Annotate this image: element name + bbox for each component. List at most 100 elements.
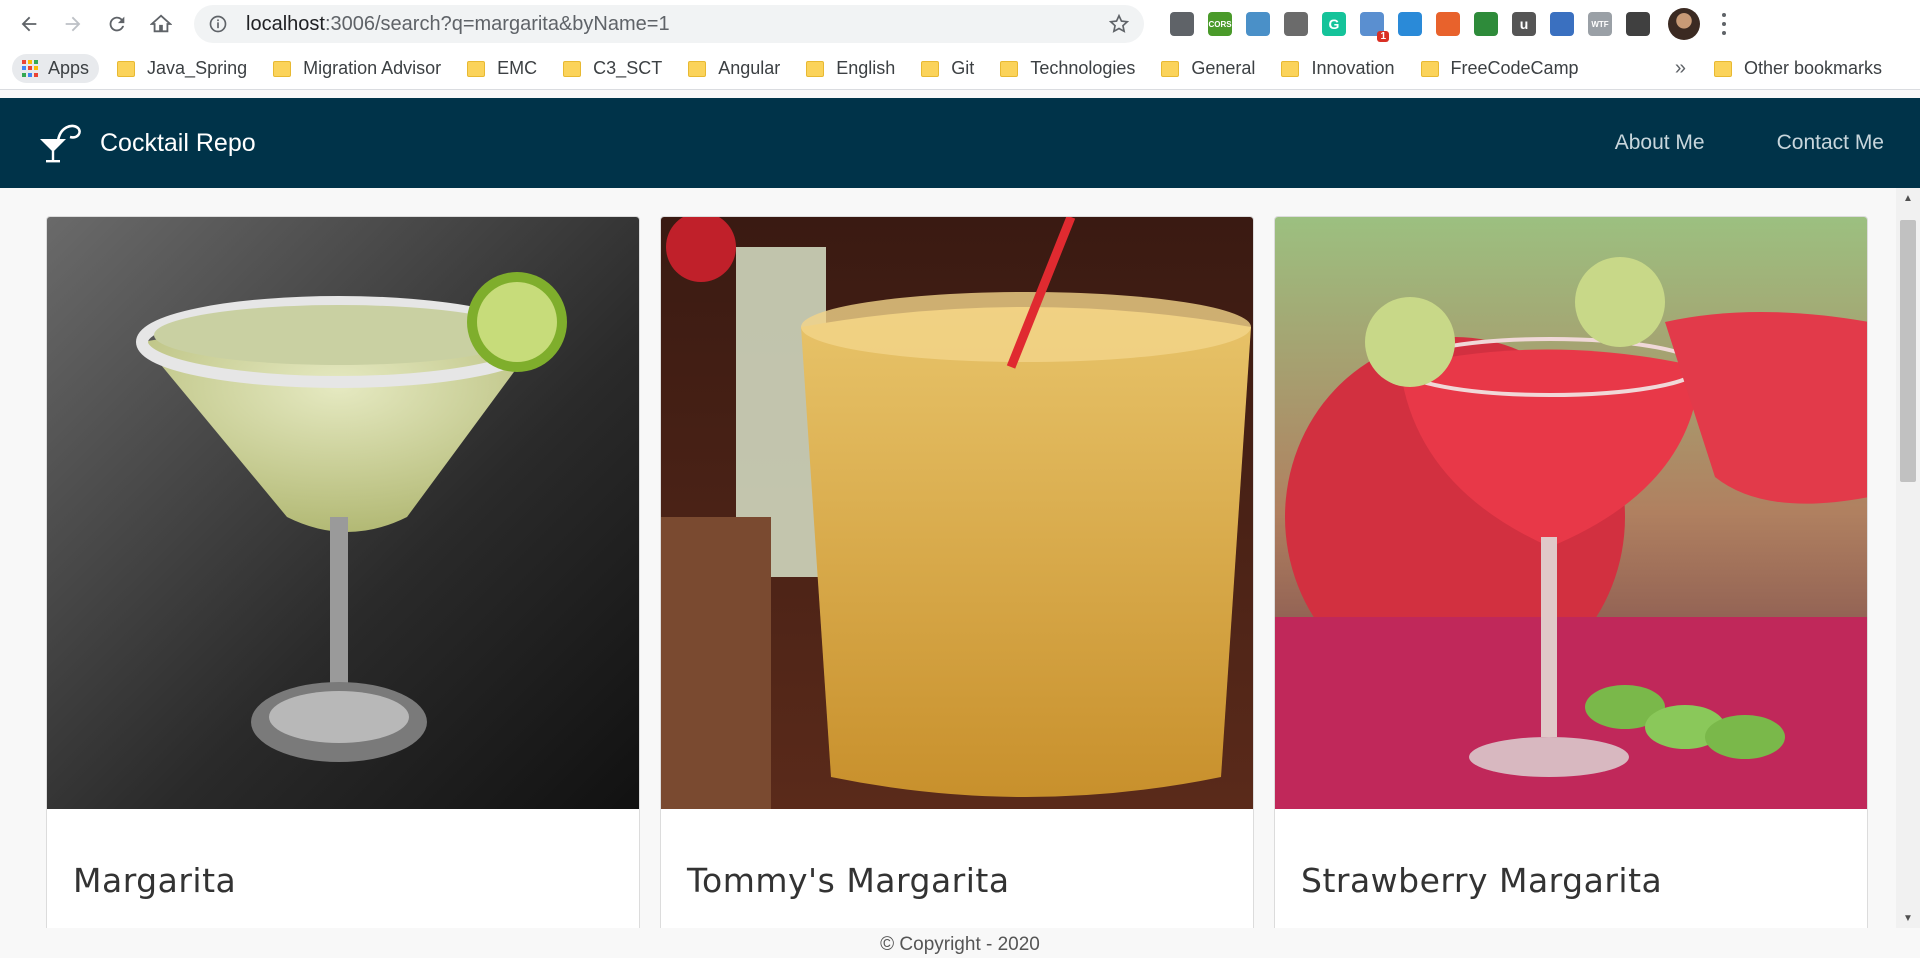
bookmark-label: Innovation [1311, 58, 1395, 78]
bookmark-apps[interactable]: Apps [12, 54, 100, 83]
bookmark-label: Java_Spring [147, 58, 248, 78]
bookmark-label: Apps [48, 58, 90, 78]
home-button[interactable] [142, 5, 180, 43]
margarita-image[interactable] [47, 217, 639, 809]
bookmark-label: Other bookmarks [1743, 58, 1882, 78]
wtf-extension-icon[interactable]: WTF [1588, 12, 1612, 36]
bookmark-label: C3_SCT [593, 58, 663, 78]
bookmark-item[interactable]: General [1161, 58, 1255, 79]
bookmark-star-icon[interactable] [1108, 13, 1130, 35]
url-text[interactable]: localhost:3006/search?q=margarita&byName… [246, 13, 1108, 36]
more-bookmarks-button[interactable]: » [1675, 57, 1686, 80]
bookmark-item[interactable]: Angular [688, 58, 780, 79]
bookmark-other[interactable]: Other bookmarks [1713, 58, 1882, 79]
rocket-extension-icon[interactable] [1436, 12, 1460, 36]
browser-menu-button[interactable] [1714, 11, 1734, 37]
strawberry-margarita-image[interactable] [1275, 217, 1867, 809]
bookmark-item[interactable]: EMC [467, 58, 537, 79]
folder-icon [273, 60, 292, 77]
card-title[interactable]: Strawberry Margarita [1275, 809, 1867, 900]
brand-title[interactable]: Cocktail Repo [100, 129, 256, 158]
grammarly-extension-icon[interactable]: G [1322, 12, 1346, 36]
card-title[interactable]: Margarita [47, 809, 639, 900]
apps-grid-icon [22, 59, 40, 78]
dark-mode-extension-icon[interactable] [1626, 12, 1650, 36]
app-navbar: Cocktail Repo About Me Contact Me [0, 98, 1920, 188]
reload-icon [109, 16, 125, 32]
browser-toolbar: localhost:3006/search?q=margarita&byName… [0, 0, 1920, 48]
cocktail-card[interactable]: Tommy's Margarita [660, 216, 1254, 928]
bookmark-item[interactable]: Migration Advisor [273, 58, 441, 79]
profile-avatar[interactable] [1668, 8, 1700, 40]
folder-icon [806, 60, 825, 77]
url-host: localhost [246, 12, 325, 35]
cocktail-card[interactable]: Strawberry Margarita [1274, 216, 1868, 928]
folder-icon [1281, 60, 1300, 77]
windows-extension-icon[interactable] [1398, 12, 1422, 36]
folder-icon [688, 60, 707, 77]
tommys-margarita-image[interactable] [661, 217, 1253, 809]
bookmarks-bar: Apps Java_Spring Migration Advisor EMC C3_SC… [0, 48, 1920, 90]
extension-label: WTF [1591, 19, 1609, 29]
forward-button[interactable] [54, 5, 92, 43]
bookmark-label: Angular [718, 58, 781, 78]
extension-badge: 1 [1377, 31, 1389, 42]
bookmark-item[interactable]: Git [921, 58, 974, 79]
arrow-left-icon [21, 16, 37, 32]
bookmark-label: English [836, 58, 896, 78]
folder-icon [1161, 60, 1180, 77]
bookmark-item[interactable]: English [806, 58, 895, 79]
bookmark-label: General [1191, 58, 1256, 78]
margarita-photo [47, 217, 639, 809]
copyright-text: © Copyright - 2020 [880, 934, 1040, 955]
folder-icon [467, 60, 486, 77]
page-footer: © Copyright - 2020 [0, 928, 1920, 958]
bookmark-label: FreeCodeCamp [1450, 58, 1579, 78]
search-results: Margarita Tommy's Margarita Strawberry M… [0, 188, 1896, 928]
folder-icon [117, 60, 136, 77]
info-icon[interactable] [208, 14, 228, 34]
u-extension-icon[interactable]: u [1512, 12, 1536, 36]
bookmark-item[interactable]: Innovation [1281, 58, 1395, 79]
card-title[interactable]: Tommy's Margarita [661, 809, 1253, 900]
bookmark-label: Technologies [1030, 58, 1136, 78]
folder-icon [921, 60, 940, 77]
folder-icon [1713, 60, 1732, 77]
scroll-up-arrow-icon[interactable]: ▲ [1896, 188, 1920, 208]
home-icon [150, 14, 172, 33]
folder-icon [1420, 60, 1439, 77]
network-extension-icon[interactable]: 1 [1360, 12, 1389, 42]
bookmark-item[interactable]: FreeCodeCamp [1420, 58, 1579, 79]
cocktail-glass-icon[interactable] [36, 119, 84, 167]
refresh-extension-icon[interactable] [1284, 12, 1308, 36]
sheets-extension-icon[interactable] [1474, 12, 1498, 36]
extension-label: u [1519, 16, 1529, 32]
scroll-down-arrow-icon[interactable]: ▼ [1896, 908, 1920, 928]
url-path: :3006/search?q=margarita&byName=1 [324, 12, 670, 35]
bookmark-label: Git [951, 58, 975, 78]
folder-icon [563, 60, 582, 77]
nav-links: About Me Contact Me [1615, 131, 1884, 155]
back-button[interactable] [10, 5, 48, 43]
tommys-margarita-photo [661, 217, 1253, 809]
cors-extension-icon[interactable]: CORS [1208, 12, 1232, 36]
record-extension-icon[interactable] [1170, 12, 1194, 36]
bookmark-item[interactable]: Java_Spring [117, 58, 247, 79]
address-bar[interactable]: localhost:3006/search?q=margarita&byName… [194, 5, 1144, 43]
extension-label: G [1328, 16, 1340, 32]
arrow-right-icon [65, 16, 81, 32]
cocktail-card[interactable]: Margarita [46, 216, 640, 928]
page-scrollbar[interactable]: ▲ ▼ [1896, 188, 1920, 928]
nav-contact-link[interactable]: Contact Me [1777, 131, 1884, 155]
camera-extension-icon[interactable] [1550, 12, 1574, 36]
strawberry-margarita-photo [1275, 217, 1867, 809]
reload-button[interactable] [98, 5, 136, 43]
bookmark-item[interactable]: Technologies [1000, 58, 1135, 79]
nav-about-link[interactable]: About Me [1615, 131, 1705, 155]
satellite-extension-icon[interactable] [1246, 12, 1270, 36]
extensions-bar: CORS G 1 u WTF [1170, 12, 1650, 42]
bookmark-label: Migration Advisor [303, 58, 442, 78]
bookmark-item[interactable]: C3_SCT [563, 58, 662, 79]
scroll-thumb[interactable] [1900, 220, 1916, 482]
folder-icon [1000, 60, 1019, 77]
